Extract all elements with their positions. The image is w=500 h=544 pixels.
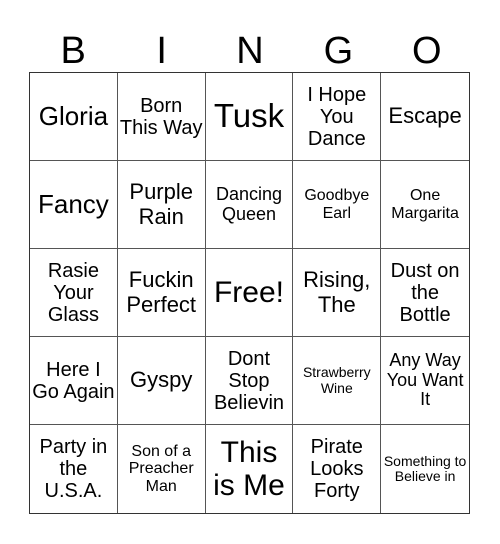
bingo-cell[interactable]: Tusk	[205, 73, 294, 161]
bingo-cell[interactable]: Purple Rain	[117, 161, 206, 249]
bingo-cell[interactable]: Gloria	[30, 73, 118, 161]
bingo-cell[interactable]: I Hope You Dance	[293, 73, 382, 161]
bingo-cell[interactable]: Rasie Your Glass	[30, 249, 118, 337]
bingo-cell[interactable]: Strawberry Wine	[293, 337, 382, 425]
header-letter-n: N	[236, 30, 264, 72]
bingo-cell[interactable]: Goodbye Earl	[293, 161, 382, 249]
bingo-cell[interactable]: Gyspy	[117, 337, 206, 425]
header-letter-i: I	[156, 30, 167, 72]
bingo-cell[interactable]: Son of a Preacher Man	[118, 425, 206, 513]
bingo-cell[interactable]: This is Me	[206, 425, 294, 513]
bingo-cell[interactable]: Dancing Queen	[205, 161, 294, 249]
header-letter-g: G	[323, 30, 354, 72]
bingo-cell[interactable]: One Margarita	[381, 161, 469, 249]
header-letter-o: O	[412, 30, 442, 72]
header-letter-b: B	[60, 30, 86, 72]
bingo-cell[interactable]: Dont Stop Believin	[205, 337, 294, 425]
bingo-cell[interactable]: Any Way You Want It	[381, 337, 469, 425]
bingo-cell[interactable]: Fancy	[30, 161, 118, 249]
bingo-grid: Gloria Born This Way Tusk I Hope You Dan…	[29, 72, 470, 514]
bingo-cell[interactable]: Fuckin Perfect	[117, 249, 206, 337]
bingo-cell[interactable]: Here I Go Again	[30, 337, 118, 425]
bingo-cell[interactable]: Something to Believe in	[381, 425, 469, 513]
bingo-cell[interactable]: Escape	[381, 73, 469, 161]
bingo-cell[interactable]: Pirate Looks Forty	[293, 425, 382, 513]
bingo-header: B I N G O	[29, 30, 471, 72]
bingo-cell[interactable]: Dust on the Bottle	[381, 249, 469, 337]
bingo-cell[interactable]: Born This Way	[117, 73, 206, 161]
bingo-cell[interactable]: Party in the U.S.A.	[30, 425, 118, 513]
free-space[interactable]: Free!	[205, 249, 294, 337]
bingo-cell[interactable]: Rising, The	[293, 249, 382, 337]
